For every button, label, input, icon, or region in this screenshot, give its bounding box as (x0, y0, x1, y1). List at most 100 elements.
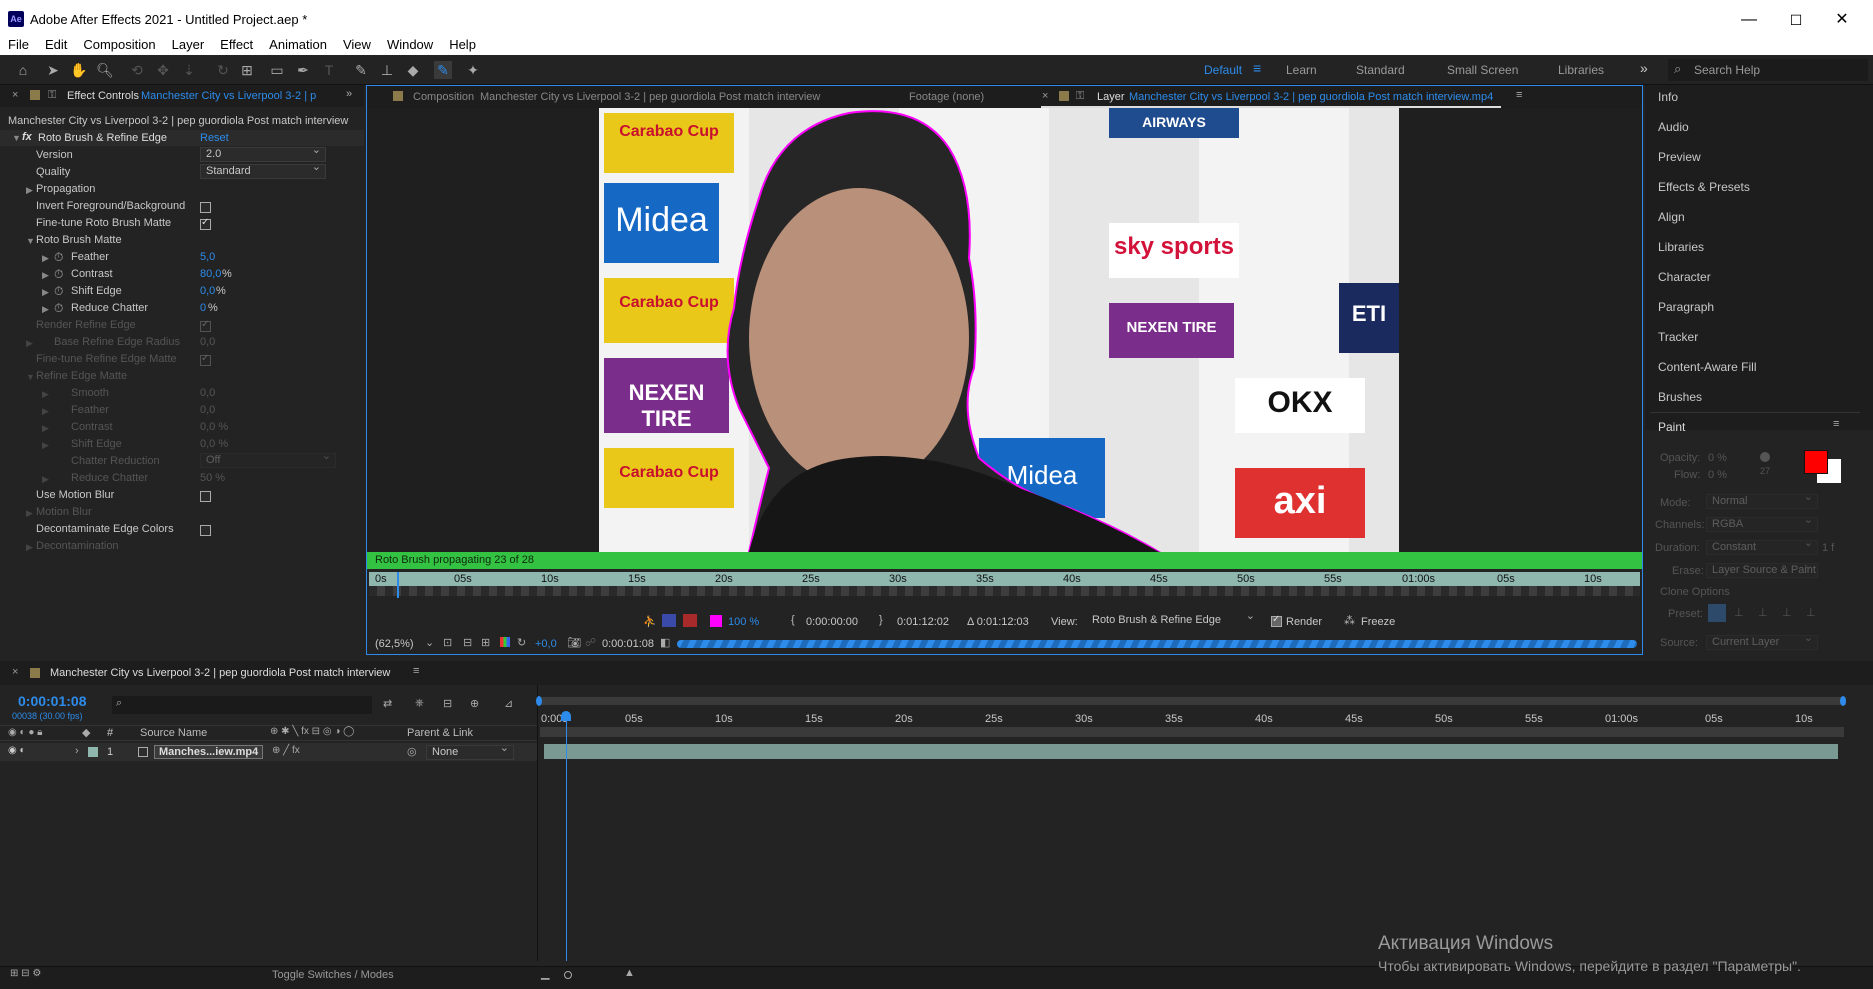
panel-paragraph[interactable]: Paragraph (1658, 300, 1714, 320)
magnification-dropdown[interactable]: (62,5%) (375, 638, 414, 650)
hand-tool-icon[interactable]: ✋ (70, 61, 88, 79)
type-tool-icon[interactable]: T (320, 61, 338, 79)
close-button[interactable]: ✕ (1819, 8, 1865, 32)
timeline-playhead-handle[interactable] (561, 711, 571, 721)
paint-erase-dropdown[interactable]: Layer Source & Paint (1706, 563, 1818, 578)
clone-source-dropdown[interactable]: Current Layer (1706, 632, 1818, 650)
workspace-learn[interactable]: Learn (1286, 63, 1317, 77)
version-dropdown[interactable]: 2.0 (200, 144, 326, 162)
shy-layers-icon[interactable]: ⊟ (443, 697, 452, 710)
render-refine-edge-checkbox[interactable] (200, 319, 211, 332)
viewer-canvas[interactable]: Carabao Cup Midea Carabao Cup NEXEN TIRE… (367, 108, 1642, 552)
parent-link-header[interactable]: Parent & Link (407, 727, 473, 739)
reset-exposure-icon[interactable]: ↻ (517, 636, 526, 649)
timeline-splitter[interactable] (537, 685, 538, 961)
viewer-menu-icon[interactable]: ≡ (1516, 89, 1522, 101)
tab-layer-label[interactable]: Layer (1097, 91, 1125, 103)
paint-duration-frames[interactable]: 1 f (1822, 542, 1834, 554)
tab-footage[interactable]: Footage (none) (909, 91, 984, 103)
menu-effect[interactable]: Effect (212, 35, 261, 54)
zoom-out-icon[interactable]: ▁ (541, 967, 549, 980)
pick-whip-icon[interactable]: ◎ (407, 745, 417, 758)
layer-name[interactable]: Manches...iew.mp4 (154, 745, 264, 759)
layer-duration-bar[interactable] (544, 744, 1838, 759)
walk-icon[interactable]: ⛹ (643, 615, 657, 628)
workspace-default[interactable]: Default (1204, 63, 1242, 77)
workspace-menu-icon[interactable]: ≡ (1253, 60, 1261, 76)
reduce-chatter-expand-icon[interactable]: ▶ (42, 304, 49, 315)
in-time[interactable]: 0:00:00:00 (806, 616, 858, 628)
contrast-expand-icon[interactable]: ▶ (42, 270, 49, 281)
menu-animation[interactable]: Animation (261, 35, 335, 54)
panel-brushes[interactable]: Brushes (1658, 390, 1702, 410)
reduce-chatter-stopwatch-icon[interactable]: ⏱ (54, 301, 63, 316)
layer-label-color[interactable] (88, 747, 98, 757)
workspace-standard[interactable]: Standard (1356, 63, 1405, 77)
viewer-current-time[interactable]: 0:00:01:08 (602, 638, 654, 650)
panel-content-aware-fill[interactable]: Content-Aware Fill (1658, 360, 1756, 380)
close-timeline-icon[interactable]: × (12, 666, 18, 678)
menu-layer[interactable]: Layer (164, 35, 213, 54)
chatter-reduction-dropdown[interactable]: Off (200, 450, 336, 468)
selection-tool-icon[interactable]: ➤ (44, 61, 62, 79)
menu-window[interactable]: Window (379, 35, 441, 54)
go-to-time-icon[interactable]: ◧ (660, 636, 670, 649)
timeline-search-input[interactable]: ⌕ (112, 696, 372, 714)
shift-edge-expand-icon[interactable]: ▶ (42, 287, 49, 298)
layer-lock-icon[interactable]: ⚿ (1076, 90, 1084, 103)
magnification-chevron-icon[interactable]: ⌄ (425, 636, 434, 649)
smooth-expand-icon[interactable]: ▶ (42, 389, 49, 400)
pen-tool-icon[interactable]: ✒ (294, 61, 312, 79)
panel-libraries[interactable]: Libraries (1658, 240, 1704, 260)
propagation-expand-icon[interactable]: ▶ (26, 185, 33, 196)
render-checkbox[interactable] (1271, 614, 1282, 627)
close-layer-tab-icon[interactable]: × (1042, 90, 1048, 102)
motion-blur-expand-icon[interactable]: ▶ (26, 508, 33, 519)
quality-dropdown[interactable]: Standard (200, 161, 326, 179)
base-refine-radius-value[interactable]: 0,0 (200, 336, 215, 348)
dolly-tool-icon[interactable]: ⇣ (180, 61, 198, 79)
brush-tool-icon[interactable]: ✎ (352, 61, 370, 79)
minimize-button[interactable]: — (1726, 8, 1772, 32)
tab-composition[interactable]: Manchester City vs Liverpool 3-2 | pep g… (480, 91, 820, 103)
orbit-tool-icon[interactable]: ⟲ (128, 61, 146, 79)
tab-effect-controls[interactable]: Effect Controls (67, 90, 139, 102)
menu-file[interactable]: File (0, 35, 37, 54)
clone-preset-5-icon[interactable]: ⊥ (1806, 606, 1816, 619)
fx-icon[interactable]: fx (22, 131, 32, 143)
workspace-small-screen[interactable]: Small Screen (1447, 63, 1518, 77)
smooth-value[interactable]: 0,0 (200, 387, 215, 399)
reduce-chatter-value[interactable]: 0 (200, 302, 206, 314)
base-refine-expand-icon[interactable]: ▶ (26, 338, 33, 349)
refine-edge-matte-expand-icon[interactable]: ▼ (26, 372, 35, 382)
menu-composition[interactable]: Composition (75, 35, 163, 54)
paint-duration-dropdown[interactable]: Constant (1706, 537, 1818, 555)
rotation-tool-icon[interactable]: ↻ (214, 61, 232, 79)
clone-preset-3-icon[interactable]: ⊥ (1758, 606, 1768, 619)
pan-tool-icon[interactable]: ✥ (154, 61, 172, 79)
reset-link[interactable]: Reset (200, 132, 229, 144)
lock-icon[interactable]: ⚿ (48, 89, 56, 102)
refine-feather-value[interactable]: 0,0 (200, 404, 215, 416)
decontamination-expand-icon[interactable]: ▶ (26, 542, 33, 553)
work-area-bar[interactable] (538, 697, 1846, 705)
zoom-tool-icon[interactable]: 🔍︎ (96, 61, 114, 79)
freeze-button[interactable]: Freeze (1361, 616, 1395, 628)
zoom-in-icon[interactable]: ▲ (624, 967, 635, 979)
feather-stopwatch-icon[interactable]: ⏱ (54, 250, 63, 265)
feather-expand-icon[interactable]: ▶ (42, 253, 49, 264)
brush-tip-icon[interactable] (1760, 452, 1770, 462)
shift-edge-value[interactable]: 0,0 (200, 285, 215, 297)
panel-tracker[interactable]: Tracker (1658, 330, 1698, 350)
clone-preset-4-icon[interactable]: ⊥ (1782, 606, 1792, 619)
parent-dropdown[interactable]: None (426, 742, 514, 760)
frame-blending-icon[interactable]: ⊕ (470, 697, 479, 710)
panel-overflow-icon[interactable]: » (346, 88, 352, 100)
draft-3d-icon[interactable]: ⎈ (415, 697, 424, 710)
resolution-icon[interactable]: ⊡ (443, 636, 452, 649)
toggle-switches-modes[interactable]: Toggle Switches / Modes (272, 969, 394, 981)
layer-time-ruler[interactable] (369, 572, 1640, 586)
close-panel-icon[interactable]: × (12, 89, 18, 101)
workspace-more[interactable]: » (1640, 60, 1648, 76)
set-out-icon[interactable]: } (879, 614, 883, 626)
